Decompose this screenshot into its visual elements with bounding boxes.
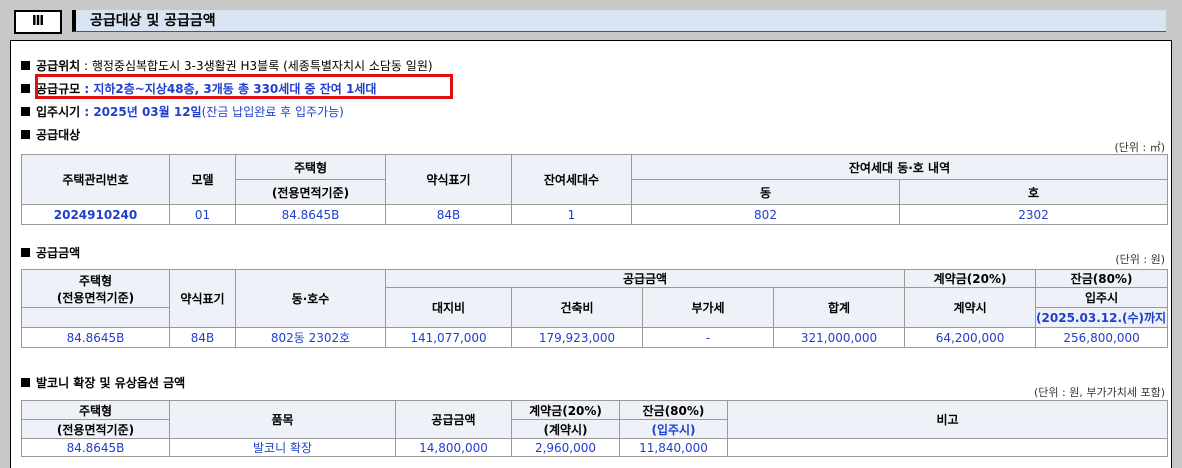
bullet-square-icon bbox=[21, 61, 30, 70]
th-price: 공급금액 bbox=[384, 269, 906, 288]
th-deposit-sub: 계약시 bbox=[904, 287, 1037, 328]
bullet-square-icon bbox=[21, 378, 30, 387]
location-line: 공급위치 : 행정중심복합도시 3-3생활권 H3블록 (세종특별자치시 소담동… bbox=[21, 57, 433, 74]
th-type: 주택형 bbox=[21, 400, 170, 420]
balcony-title: 발코니 확장 및 유상옵션 금액 bbox=[36, 376, 186, 390]
bullet-square-icon bbox=[21, 84, 30, 93]
th-balance: 잔금(80%) bbox=[619, 400, 728, 420]
cell-total: 321,000,000 bbox=[772, 327, 906, 348]
section-title: 공급대상 및 공급금액 bbox=[72, 10, 1166, 32]
supply-price-unit: (단위 : 원) bbox=[1115, 253, 1165, 266]
cell-price: 14,800,000 bbox=[395, 438, 512, 457]
th-balance: 잔금(80%) bbox=[1035, 269, 1169, 288]
bullet-square-icon bbox=[21, 130, 30, 139]
th-type-sub: (전용면적기준) bbox=[235, 179, 386, 205]
th-type: 주택형 bbox=[235, 154, 386, 180]
th-mgmt-no: 주택관리번호 bbox=[21, 154, 170, 205]
supply-price-table: 주택형 (전용면적기준) 약식표기 동·호수 공급금액 계약금(20%) 잔금(8… bbox=[21, 269, 1169, 348]
cell-deposit: 64,200,000 bbox=[904, 327, 1037, 348]
movein-note: (잔금 납입완료 후 입주가능) bbox=[201, 105, 344, 119]
th-abbr: 약식표기 bbox=[385, 154, 512, 205]
th-detail: 잔여세대 동·호 내역 bbox=[631, 154, 1168, 180]
supply-price-heading: 공급금액 bbox=[21, 244, 80, 261]
th-abbr: 약식표기 bbox=[169, 269, 236, 328]
th-deposit: 계약금(20%) bbox=[904, 269, 1037, 288]
th-balance-date: (2025.03.12.(수)까지) bbox=[1035, 307, 1169, 328]
location-label: 공급위치 bbox=[36, 59, 81, 73]
cell-mgmt-no: 2024910240 bbox=[21, 204, 170, 225]
th-deposit-sub: (계약시) bbox=[511, 419, 620, 439]
table-row: 2024910240 01 84.8645B 84B 1 802 2302 bbox=[21, 204, 1168, 225]
th-type-blank bbox=[21, 307, 170, 328]
th-item: 품목 bbox=[169, 400, 396, 439]
cell-dong: 802 bbox=[631, 204, 900, 225]
section-number: Ⅲ bbox=[14, 10, 62, 34]
cell-building: 179,923,000 bbox=[511, 327, 643, 348]
document-page: 공급위치 : 행정중심복합도시 3-3생활권 H3블록 (세종특별자치시 소담동… bbox=[10, 40, 1172, 468]
bullet-square-icon bbox=[21, 107, 30, 116]
cell-vat: - bbox=[642, 327, 774, 348]
bullet-square-icon bbox=[21, 248, 30, 257]
cell-type: 84.8645B bbox=[235, 204, 386, 225]
th-ho: 호 bbox=[899, 179, 1168, 205]
cell-note bbox=[727, 438, 1168, 457]
cell-remaining: 1 bbox=[511, 204, 632, 225]
th-type: 주택형 (전용면적기준) bbox=[21, 269, 170, 308]
th-type-sub: (전용면적기준) bbox=[21, 419, 170, 439]
th-dong: 동 bbox=[631, 179, 900, 205]
th-total: 합계 bbox=[772, 287, 906, 328]
th-vat: 부가세 bbox=[642, 287, 774, 328]
th-price: 공급금액 bbox=[395, 400, 512, 439]
supply-target-title: 공급대상 bbox=[36, 128, 81, 142]
cell-abbr: 84B bbox=[385, 204, 512, 225]
th-deposit: 계약금(20%) bbox=[511, 400, 620, 420]
movein-line: 입주시기 : 2025년 03월 12일(잔금 납입완료 후 입주가능) bbox=[21, 103, 344, 120]
cell-land: 141,077,000 bbox=[385, 327, 512, 348]
location-value: : 행정중심복합도시 3-3생활권 H3블록 (세종특별자치시 소담동 일원) bbox=[80, 59, 433, 73]
cell-type: 84.8645B bbox=[21, 327, 170, 348]
cell-ho: 2302 bbox=[899, 204, 1168, 225]
balcony-unit: (단위 : 원, 부가가치세 포함) bbox=[1034, 386, 1165, 399]
cell-deposit: 2,960,000 bbox=[511, 438, 620, 457]
th-model: 모델 bbox=[169, 154, 236, 205]
th-unit-no: 동·호수 bbox=[235, 269, 386, 328]
th-remaining: 잔여세대수 bbox=[511, 154, 632, 205]
supply-target-unit: (단위 : ㎡) bbox=[1114, 141, 1165, 154]
supply-price-title: 공급금액 bbox=[36, 246, 81, 260]
movein-label: 입주시기 bbox=[36, 105, 81, 119]
th-land: 대지비 bbox=[385, 287, 512, 328]
table-row: 84.8645B 84B 802동 2302호 141,077,000 179,… bbox=[21, 327, 1169, 348]
balcony-table: 주택형 품목 공급금액 계약금(20%) 잔금(80%) 비고 (전용면적기준)… bbox=[21, 400, 1168, 457]
supply-target-heading: 공급대상 bbox=[21, 126, 80, 143]
movein-value: : 2025년 03월 12일 bbox=[80, 105, 202, 119]
th-building: 건축비 bbox=[511, 287, 643, 328]
cell-abbr: 84B bbox=[169, 327, 236, 348]
cell-balance: 256,800,000 bbox=[1035, 327, 1169, 348]
th-balance-sub: (입주시) bbox=[619, 419, 728, 439]
highlight-box bbox=[35, 74, 453, 99]
th-note: 비고 bbox=[727, 400, 1168, 439]
cell-item: 발코니 확장 bbox=[169, 438, 396, 457]
supply-target-table: 주택관리번호 모델 주택형 약식표기 잔여세대수 잔여세대 동·호 내역 (전용… bbox=[21, 154, 1168, 225]
cell-balance: 11,840,000 bbox=[619, 438, 728, 457]
th-balance-sub: 입주시 bbox=[1035, 287, 1169, 308]
table-row: 84.8645B 발코니 확장 14,800,000 2,960,000 11,… bbox=[21, 438, 1168, 457]
cell-type: 84.8645B bbox=[21, 438, 170, 457]
cell-model: 01 bbox=[169, 204, 236, 225]
cell-unit-no: 802동 2302호 bbox=[235, 327, 386, 348]
balcony-heading: 발코니 확장 및 유상옵션 금액 bbox=[21, 374, 185, 391]
